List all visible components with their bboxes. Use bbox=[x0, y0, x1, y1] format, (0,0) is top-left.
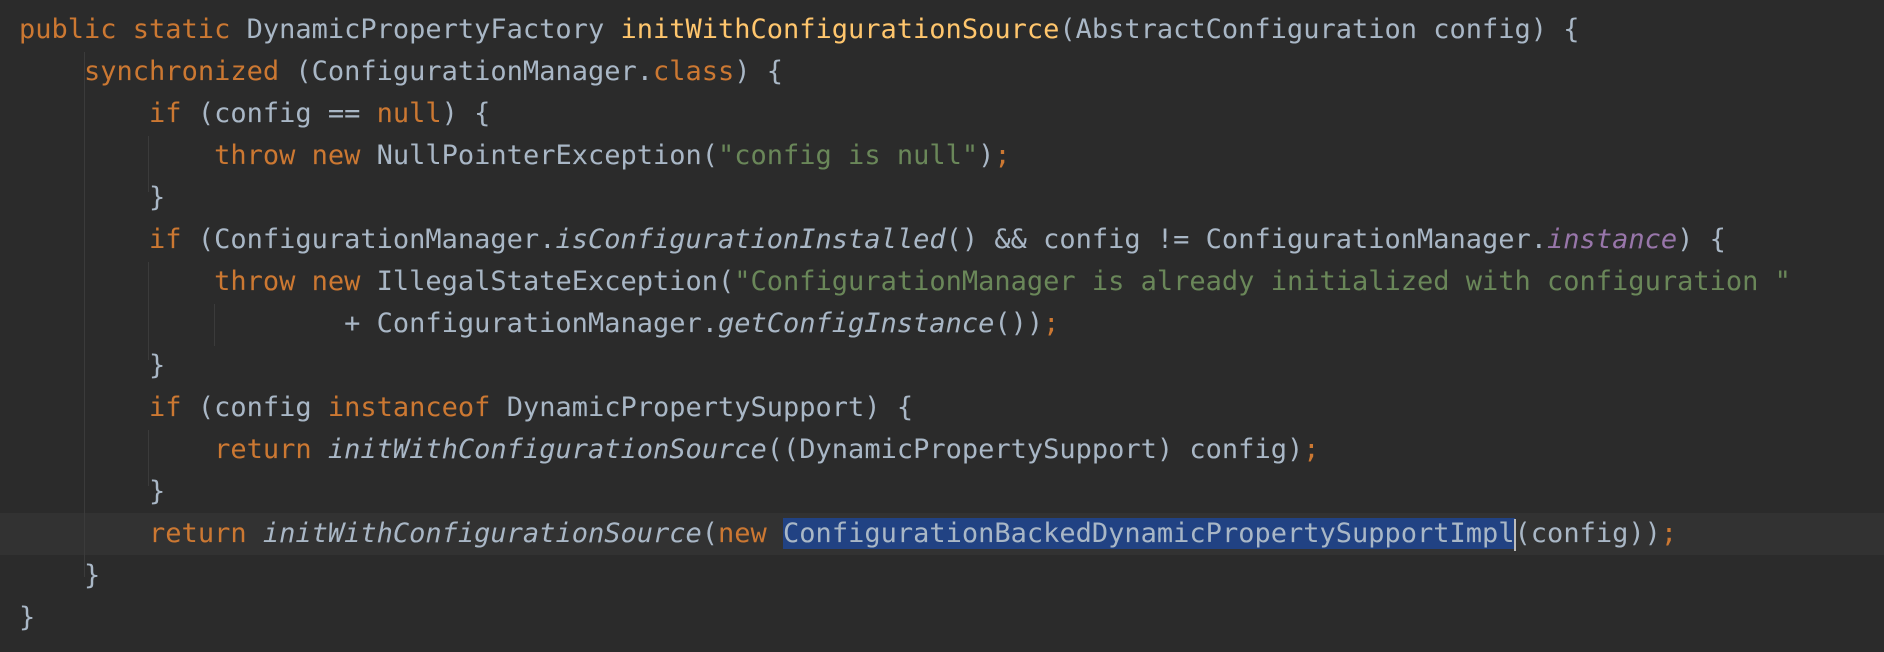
code-token: ; bbox=[1303, 434, 1320, 465]
code-token: return bbox=[149, 518, 263, 549]
code-token: throw new bbox=[214, 266, 377, 297]
code-token: ; bbox=[994, 140, 1011, 171]
code-token: isConfigurationInstalled bbox=[555, 224, 946, 255]
code-line[interactable]: if (config instanceof DynamicPropertySup… bbox=[0, 387, 1884, 429]
code-line-text: synchronized (ConfigurationManager.class… bbox=[19, 51, 783, 93]
code-line[interactable]: throw new IllegalStateException("Configu… bbox=[0, 261, 1884, 303]
code-token: NullPointerException( bbox=[376, 140, 719, 171]
indent-guide bbox=[84, 52, 85, 577]
code-token: } bbox=[19, 602, 36, 633]
code-token: "config is null" bbox=[718, 140, 979, 171]
code-token: (ConfigurationManager. bbox=[197, 224, 556, 255]
indent-guide bbox=[148, 430, 149, 486]
code-line-text: public static DynamicPropertyFactory ini… bbox=[19, 9, 1580, 51]
code-token: DynamicPropertyFactory bbox=[246, 14, 621, 45]
code-token: if bbox=[149, 392, 198, 423]
code-token: initWithConfigurationSource bbox=[620, 14, 1060, 45]
code-line[interactable]: throw new NullPointerException("config i… bbox=[0, 135, 1884, 177]
code-line-text: } bbox=[19, 345, 165, 387]
code-line-text: throw new NullPointerException("config i… bbox=[19, 135, 1011, 177]
code-token: ; bbox=[1043, 308, 1060, 339]
code-line[interactable]: } bbox=[0, 597, 1884, 639]
code-token: public static bbox=[19, 14, 247, 45]
code-line-text: throw new IllegalStateException("Configu… bbox=[19, 261, 1791, 303]
code-token: ) { bbox=[734, 56, 784, 87]
code-token: } bbox=[19, 476, 166, 507]
code-token: } bbox=[19, 182, 166, 213]
indent-guide bbox=[148, 136, 149, 192]
code-token: (config bbox=[197, 392, 328, 423]
code-token: getConfigInstance bbox=[717, 308, 995, 339]
code-token: DynamicPropertySupport) { bbox=[506, 392, 914, 423]
code-token: } bbox=[19, 560, 101, 591]
code-line-text: } bbox=[19, 177, 165, 219]
code-token: ; bbox=[1660, 518, 1678, 549]
selected-text: ConfigurationBackedDynamicPropertySuppor… bbox=[783, 518, 1515, 549]
code-token: if bbox=[149, 224, 198, 255]
code-token: instanceof bbox=[327, 392, 507, 423]
code-line[interactable]: } bbox=[0, 345, 1884, 387]
code-line[interactable]: return initWithConfigurationSource(new C… bbox=[0, 513, 1884, 555]
indent-guide bbox=[148, 262, 149, 360]
code-token: "ConfigurationManager is already initial… bbox=[734, 266, 1791, 297]
code-line[interactable]: + ConfigurationManager.getConfigInstance… bbox=[0, 303, 1884, 345]
code-line-text: return initWithConfigurationSource(new C… bbox=[19, 513, 1677, 555]
code-token: () && config != ConfigurationManager. bbox=[945, 224, 1548, 255]
indent-guide bbox=[214, 304, 215, 346]
code-token: IllegalStateException( bbox=[376, 266, 735, 297]
code-token: initWithConfigurationSource bbox=[327, 434, 767, 465]
code-token: null bbox=[376, 98, 442, 129]
code-token: ((DynamicPropertySupport) config) bbox=[766, 434, 1304, 465]
code-token: if bbox=[149, 98, 198, 129]
code-token: ( bbox=[701, 518, 719, 549]
code-line-text: } bbox=[19, 471, 165, 513]
code-token: (AbstractConfiguration config) { bbox=[1059, 14, 1580, 45]
code-line[interactable]: return initWithConfigurationSource((Dyna… bbox=[0, 429, 1884, 471]
code-line[interactable]: } bbox=[0, 177, 1884, 219]
code-token: (config)) bbox=[1514, 518, 1661, 549]
code-line[interactable]: public static DynamicPropertyFactory ini… bbox=[0, 9, 1884, 51]
code-token: new bbox=[718, 518, 784, 549]
code-token: initWithConfigurationSource bbox=[262, 518, 702, 549]
code-line-text: if (config instanceof DynamicPropertySup… bbox=[19, 387, 913, 429]
code-line-text: return initWithConfigurationSource((Dyna… bbox=[19, 429, 1319, 471]
code-token: class bbox=[652, 56, 735, 87]
code-line[interactable]: if (ConfigurationManager.isConfiguration… bbox=[0, 219, 1884, 261]
code-token: ) { bbox=[1677, 224, 1726, 255]
code-line-text: if (config == null) { bbox=[19, 93, 490, 135]
code-token: instance bbox=[1547, 224, 1678, 255]
code-line-text: } bbox=[19, 555, 100, 597]
code-line-text: } bbox=[19, 597, 35, 639]
code-line[interactable]: } bbox=[0, 555, 1884, 597]
code-line-text: if (ConfigurationManager.isConfiguration… bbox=[19, 219, 1726, 261]
code-token: return bbox=[214, 434, 328, 465]
code-token: (config == bbox=[197, 98, 377, 129]
code-token: (ConfigurationManager. bbox=[295, 56, 653, 87]
code-line[interactable]: } bbox=[0, 471, 1884, 513]
code-token: + ConfigurationManager. bbox=[19, 308, 718, 339]
code-line[interactable]: if (config == null) { bbox=[0, 93, 1884, 135]
code-line[interactable]: synchronized (ConfigurationManager.class… bbox=[0, 51, 1884, 93]
code-token: ()) bbox=[994, 308, 1044, 339]
code-token: ) bbox=[978, 140, 995, 171]
code-editor[interactable]: } } return initWithConfigurationSource(n… bbox=[0, 0, 1884, 652]
code-token: throw new bbox=[214, 140, 377, 171]
code-token: synchronized bbox=[84, 56, 296, 87]
code-line-text: + ConfigurationManager.getConfigInstance… bbox=[19, 303, 1059, 345]
code-token: } bbox=[19, 350, 166, 381]
code-token: ) { bbox=[441, 98, 491, 129]
